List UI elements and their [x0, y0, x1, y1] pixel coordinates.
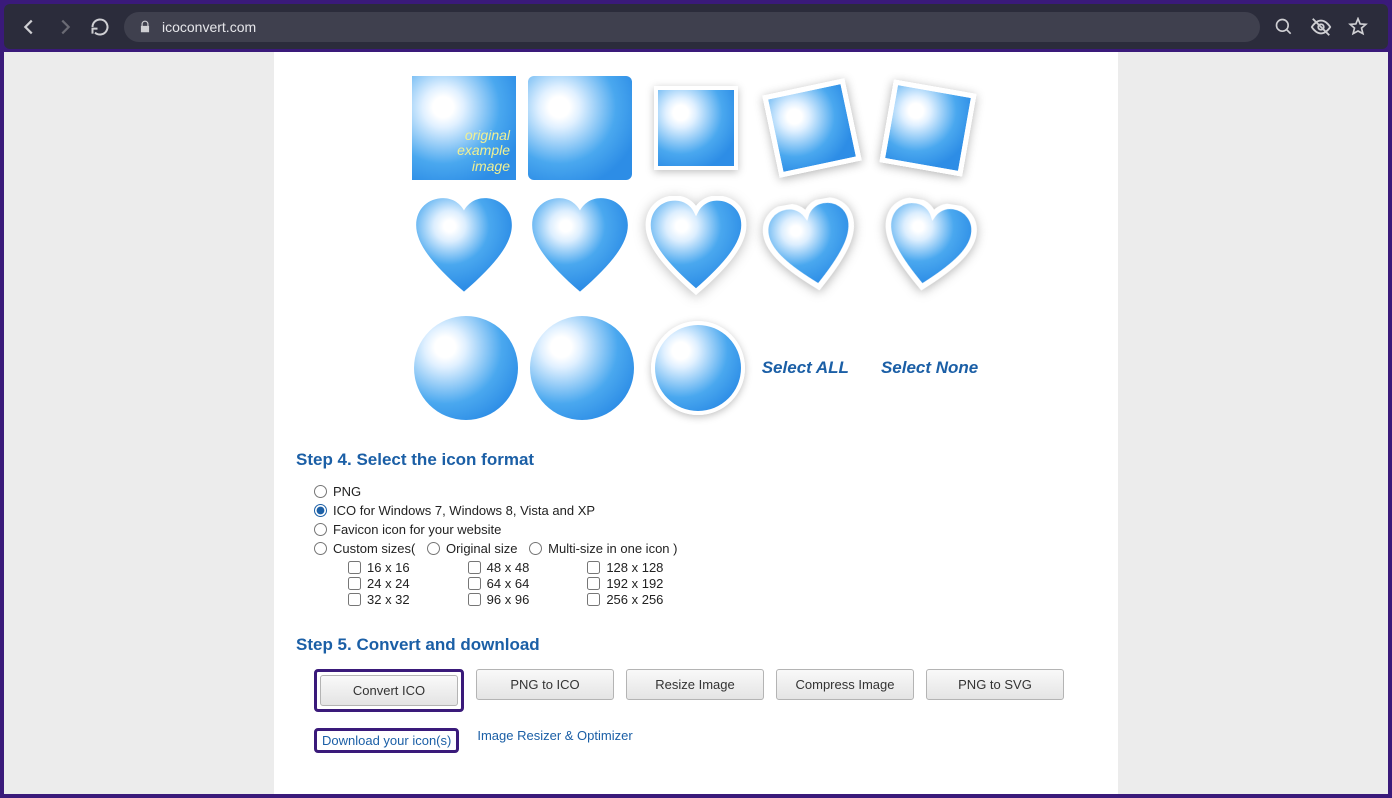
select-none-link[interactable]: Select None [881, 358, 978, 378]
zoom-icon[interactable] [1274, 16, 1294, 38]
download-link[interactable]: Download your icon(s) [322, 733, 451, 748]
style-grid: originalexampleimage [296, 52, 1096, 422]
radio-png[interactable] [314, 485, 327, 498]
original-label: originalexampleimage [457, 128, 510, 174]
cb-16[interactable] [348, 561, 361, 574]
cb-128[interactable] [587, 561, 600, 574]
address-bar[interactable]: icoconvert.com [124, 12, 1260, 42]
cb-48[interactable] [468, 561, 481, 574]
cb-64[interactable] [468, 577, 481, 590]
style-heart[interactable] [412, 196, 516, 300]
forward-icon[interactable] [54, 16, 76, 38]
png-to-ico-button[interactable]: PNG to ICO [476, 669, 614, 700]
cb-256[interactable] [587, 593, 600, 606]
style-heart-border[interactable] [644, 196, 748, 300]
style-heart-rot-right[interactable] [876, 196, 980, 300]
cb-32[interactable] [348, 593, 361, 606]
style-heart-rot-left[interactable] [760, 196, 864, 300]
convert-ico-button[interactable]: Convert ICO [320, 675, 458, 706]
select-all-link[interactable]: Select ALL [762, 358, 849, 378]
resize-image-button[interactable]: Resize Image [626, 669, 764, 700]
style-original[interactable]: originalexampleimage [412, 76, 516, 180]
style-heart-2[interactable] [528, 196, 632, 300]
resizer-link[interactable]: Image Resizer & Optimizer [477, 728, 632, 753]
radio-multisize[interactable] [529, 542, 542, 555]
png-to-svg-button[interactable]: PNG to SVG [926, 669, 1064, 700]
step5-heading: Step 5. Convert and download [296, 635, 1096, 655]
url-text: icoconvert.com [162, 19, 256, 35]
reload-icon[interactable] [90, 17, 110, 37]
style-square-rot-left[interactable] [760, 76, 864, 180]
incognito-icon[interactable] [1310, 16, 1332, 38]
back-icon[interactable] [18, 16, 40, 38]
cb-24[interactable] [348, 577, 361, 590]
radio-custom[interactable] [314, 542, 327, 555]
step4-heading: Step 4. Select the icon format [296, 450, 1096, 470]
main-content: originalexampleimage [274, 52, 1118, 794]
style-square-rounded[interactable] [528, 76, 632, 180]
browser-toolbar: icoconvert.com [4, 4, 1388, 49]
cb-96[interactable] [468, 593, 481, 606]
style-circle[interactable] [414, 316, 518, 420]
style-square-rot-right[interactable] [876, 76, 980, 180]
cb-192[interactable] [587, 577, 600, 590]
lock-icon [138, 20, 152, 34]
convert-highlight: Convert ICO [314, 669, 464, 712]
size-grid: 16 x 16 24 x 24 32 x 32 48 x 48 64 x 64 … [314, 560, 1096, 607]
style-square-border[interactable] [644, 76, 748, 180]
star-icon[interactable] [1348, 16, 1368, 38]
radio-favicon[interactable] [314, 523, 327, 536]
style-circle-border[interactable] [646, 316, 750, 420]
format-options: PNG ICO for Windows 7, Windows 8, Vista … [296, 484, 1096, 607]
radio-ico[interactable] [314, 504, 327, 517]
compress-image-button[interactable]: Compress Image [776, 669, 914, 700]
radio-original-size[interactable] [427, 542, 440, 555]
style-circle-2[interactable] [530, 316, 634, 420]
download-highlight: Download your icon(s) [314, 728, 459, 753]
